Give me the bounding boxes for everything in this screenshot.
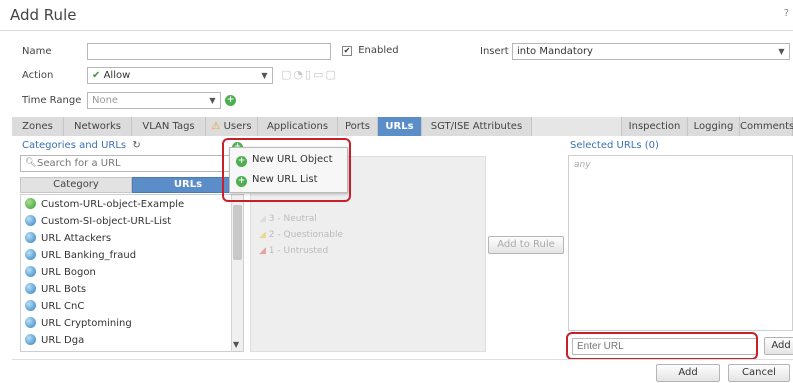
url-object-icon [25, 249, 36, 260]
url-object-icon [25, 283, 36, 294]
list-item-label: Custom-SI-object-URL-List [41, 216, 172, 227]
chevron-down-icon[interactable]: ▼ [233, 340, 239, 349]
list-item[interactable]: Custom-SI-object-URL-List [25, 213, 171, 230]
globe-icon [25, 198, 36, 209]
url-object-icon [25, 300, 36, 311]
action-select[interactable]: ✔ Allow ▼ [87, 67, 273, 84]
name-input[interactable] [87, 43, 331, 60]
list-item-label: URL Bogon [41, 267, 96, 278]
time-range-label: Time Range [22, 95, 82, 106]
warning-icon: ⚠ [211, 121, 221, 132]
header-divider [0, 30, 793, 31]
tab-comments[interactable]: Comments [740, 117, 793, 136]
rule-tabs: Zones Networks VLAN Tags ⚠ Users Applica… [12, 117, 793, 136]
search-icon: 🔍︎ [25, 158, 37, 168]
reputation-neutral-label: 3 - Neutral [268, 214, 317, 224]
chevron-down-icon: ▼ [261, 71, 268, 80]
list-item-label: URL Cryptomining [41, 318, 132, 329]
reputation-bar-icon: ◢ [259, 214, 269, 224]
any-placeholder: any [574, 160, 591, 170]
help-icon[interactable]: ? [784, 8, 789, 19]
tab-logging[interactable]: Logging [688, 117, 740, 136]
footer-divider [12, 359, 793, 360]
reputation-bar-icon: ◢ [259, 246, 269, 256]
list-item-label: URL Attackers [41, 233, 112, 244]
enter-url-highlight-annotation [566, 332, 758, 360]
reputation-untrusted: ◢ 1 - Untrusted [259, 246, 328, 256]
url-search-input[interactable] [37, 157, 237, 170]
enabled-checkbox[interactable]: ✔ [342, 46, 352, 56]
tab-vlan-tags[interactable]: VLAN Tags [132, 117, 206, 136]
time-range-select[interactable]: None ▼ [87, 92, 221, 109]
add-button[interactable]: Add [656, 364, 720, 382]
reputation-questionable-label: 2 - Questionable [268, 230, 344, 240]
reputation-untrusted-label: 1 - Untrusted [268, 246, 329, 256]
url-object-icon [25, 317, 36, 328]
tab-applications[interactable]: Applications [258, 117, 338, 136]
plus-icon: + [225, 95, 236, 106]
scrollbar-thumb[interactable] [233, 205, 242, 260]
url-search-box[interactable]: 🔍︎ [20, 155, 244, 172]
list-item-label: Custom-URL-object-Example [41, 199, 185, 210]
action-option-icons: ▢◔▯▭▢ [281, 68, 338, 81]
add-time-range-button[interactable]: + [225, 93, 241, 106]
chevron-down-icon: ▼ [209, 96, 216, 105]
subtab-category[interactable]: Category [20, 177, 132, 193]
list-item[interactable]: Custom-URL-object-Example [25, 196, 184, 213]
checkmark-icon: ✔ [92, 70, 101, 81]
tab-spacer [532, 117, 622, 136]
enabled-label: Enabled [358, 45, 399, 56]
tab-ports[interactable]: Ports [338, 117, 378, 136]
name-label: Name [22, 46, 52, 57]
add-url-entry-button[interactable]: Add [764, 337, 793, 355]
add-to-rule-button[interactable]: Add to Rule [488, 236, 564, 254]
selected-urls-panel: any [568, 155, 793, 331]
insert-value: into Mandatory [517, 46, 593, 57]
url-object-icon [25, 266, 36, 277]
list-item[interactable]: URL Bots [25, 281, 86, 298]
reputation-questionable: ◢ 2 - Questionable [259, 230, 343, 240]
list-item-label: URL Banking_fraud [41, 250, 137, 261]
reputation-bar-icon: ◢ [259, 230, 269, 240]
list-item[interactable]: URL Banking_fraud [25, 247, 136, 264]
url-object-icon [25, 232, 36, 243]
list-item-label: URL Dga [41, 335, 85, 346]
tab-inspection[interactable]: Inspection [622, 117, 688, 136]
tab-zones[interactable]: Zones [12, 117, 64, 136]
list-item[interactable]: URL CnC [25, 298, 84, 315]
categories-and-urls-header: Categories and URLs ↻ [22, 140, 141, 151]
action-label: Action [22, 70, 54, 81]
tab-sgt-ise-attributes[interactable]: SGT/ISE Attributes [422, 117, 532, 136]
categories-header-label: Categories and URLs [22, 140, 127, 151]
refresh-icon[interactable]: ↻ [132, 140, 140, 151]
cancel-button[interactable]: Cancel [728, 364, 790, 382]
enabled-checkbox-wrap[interactable]: ✔ Enabled [342, 45, 399, 56]
list-scrollbar[interactable]: ▼ [231, 195, 243, 351]
url-object-icon [25, 334, 36, 345]
list-item[interactable]: URL Attackers [25, 230, 111, 247]
tab-users[interactable]: ⚠ Users [206, 117, 258, 136]
dialog-title: Add Rule [10, 6, 77, 24]
selected-urls-header: Selected URLs (0) [570, 140, 659, 151]
popup-highlight-annotation [222, 138, 351, 202]
list-item[interactable]: URL Cryptomining [25, 315, 132, 332]
insert-select[interactable]: into Mandatory ▼ [512, 43, 790, 60]
chevron-down-icon: ▼ [778, 47, 785, 56]
tab-users-label: Users [223, 121, 252, 132]
list-item-label: URL CnC [41, 301, 85, 312]
insert-label: Insert [480, 46, 509, 57]
time-range-value: None [92, 95, 119, 106]
url-object-icon [25, 215, 36, 226]
url-object-list: Custom-URL-object-Example Custom-SI-obje… [20, 194, 244, 352]
action-value: Allow [103, 70, 131, 81]
reputation-neutral: ◢ 3 - Neutral [259, 214, 317, 224]
tab-urls[interactable]: URLs [378, 117, 422, 136]
tab-networks[interactable]: Networks [64, 117, 132, 136]
list-item-label: URL Bots [41, 284, 87, 295]
list-item[interactable]: URL Dga [25, 332, 84, 349]
list-item[interactable]: URL Bogon [25, 264, 96, 281]
